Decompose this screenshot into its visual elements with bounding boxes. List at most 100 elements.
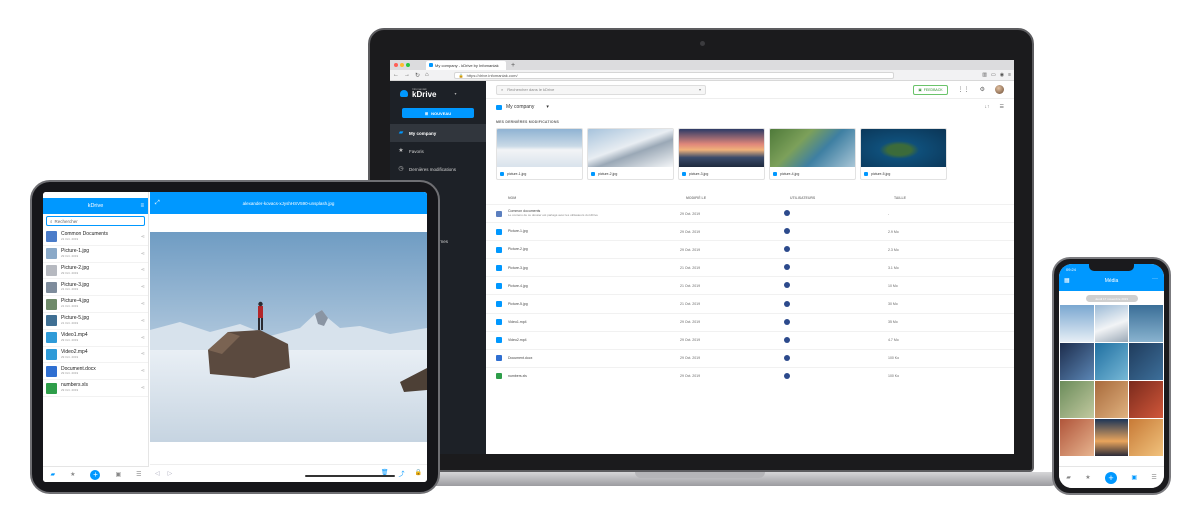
add-button[interactable]: + bbox=[90, 469, 101, 480]
table-row[interactable]: Common documents Le contenu de ce dossier… bbox=[486, 204, 1014, 222]
recent-file-card[interactable]: picture-2.jpg bbox=[587, 128, 674, 180]
user-avatar-icon[interactable] bbox=[784, 372, 790, 379]
media-thumbnail[interactable] bbox=[1094, 343, 1129, 380]
list-item[interactable]: numbers.xls 29 Oct. 2019 ⋖ bbox=[43, 380, 148, 397]
minimize-window-icon[interactable] bbox=[400, 63, 404, 67]
favorites-tab-icon[interactable]: ★ bbox=[70, 471, 75, 478]
media-tab-icon[interactable]: ▣ bbox=[115, 471, 121, 478]
menu-tab-icon[interactable]: ☰ bbox=[136, 471, 141, 478]
media-thumbnail[interactable] bbox=[1094, 305, 1129, 342]
apps-grid-icon[interactable]: ⋮⋮ bbox=[958, 86, 970, 93]
user-avatar-icon[interactable] bbox=[784, 318, 790, 325]
column-name[interactable]: NOM bbox=[508, 196, 686, 200]
lock-icon[interactable]: 🔒 bbox=[415, 469, 422, 478]
table-row[interactable]: numbers.xls 29 Oct. 2019 100 Ko bbox=[486, 366, 1014, 385]
media-thumbnail[interactable] bbox=[1060, 381, 1094, 418]
media-thumbnail[interactable] bbox=[1129, 381, 1163, 418]
table-row[interactable]: Picture-2.jpg 29 Oct. 2019 2.3 Mo bbox=[486, 240, 1014, 258]
table-row[interactable]: Video1.mp4 29 Oct. 2019 35 Mo bbox=[486, 312, 1014, 331]
forward-arrow-icon[interactable]: → bbox=[404, 72, 410, 78]
media-thumbnail[interactable] bbox=[1060, 305, 1094, 342]
share-icon[interactable]: ⋖ bbox=[141, 318, 145, 324]
preview-photo[interactable] bbox=[150, 232, 427, 442]
home-icon[interactable]: ⌂ bbox=[425, 72, 429, 78]
new-tab-button[interactable]: + bbox=[511, 62, 515, 69]
user-avatar-icon[interactable] bbox=[784, 228, 790, 235]
list-item[interactable]: Picture-2.jpg 29 Oct. 2019 ⋖ bbox=[43, 263, 148, 280]
media-thumbnail[interactable] bbox=[1094, 419, 1129, 456]
list-item[interactable]: Picture-1.jpg 29 Oct. 2019 ⋖ bbox=[43, 246, 148, 263]
user-avatar-icon[interactable] bbox=[784, 264, 790, 271]
list-item[interactable]: Picture-4.jpg 21 Oct. 2019 ⋖ bbox=[43, 296, 148, 313]
share-icon[interactable]: ⋖ bbox=[141, 234, 145, 240]
files-tab-icon[interactable]: ▰ bbox=[50, 471, 55, 478]
user-avatar-icon[interactable] bbox=[784, 354, 790, 361]
maximize-window-icon[interactable] bbox=[406, 63, 410, 67]
media-tab-icon[interactable]: ▣ bbox=[1131, 474, 1137, 481]
reload-icon[interactable]: ↻ bbox=[415, 72, 420, 79]
sort-icon[interactable]: ↓↑ bbox=[985, 104, 990, 110]
share-icon[interactable]: ⋖ bbox=[141, 251, 145, 257]
share-icon[interactable]: ⋖ bbox=[141, 351, 145, 357]
recent-file-card[interactable]: picture-1.jpg bbox=[496, 128, 583, 180]
browser-tab[interactable]: My company - kDrive by Infomaniak bbox=[426, 60, 506, 70]
list-item[interactable]: Document.docx 29 Oct. 2019 ⋖ bbox=[43, 363, 148, 381]
list-item[interactable]: Common Documents 21 Oct. 2019 ⋖ bbox=[43, 229, 148, 246]
share-icon[interactable]: ⋖ bbox=[141, 267, 145, 273]
column-modified[interactable]: MODIFIÉ LE bbox=[686, 196, 790, 200]
table-row[interactable]: Document.docx 29 Oct. 2019 100 Ko bbox=[486, 348, 1014, 367]
list-view-icon[interactable]: ☰ bbox=[1000, 104, 1004, 110]
chevron-down-icon[interactable]: ▾ bbox=[546, 104, 549, 110]
user-avatar-icon[interactable] bbox=[784, 336, 790, 343]
chevron-down-icon[interactable]: ▾ bbox=[699, 87, 701, 92]
media-thumbnail[interactable] bbox=[1060, 419, 1094, 456]
account-icon[interactable]: ◉ bbox=[1000, 72, 1004, 78]
back-arrow-icon[interactable]: ← bbox=[393, 72, 399, 78]
sidebar-icon[interactable]: ▭ bbox=[991, 72, 996, 78]
media-thumbnail[interactable] bbox=[1129, 419, 1163, 456]
sidebar-item-my-company[interactable]: ▰ My company bbox=[390, 124, 486, 142]
table-row[interactable]: Picture-3.jpg 21 Oct. 2019 3.1 Mo bbox=[486, 258, 1014, 276]
media-thumbnail[interactable] bbox=[1129, 343, 1163, 380]
user-avatar-icon[interactable] bbox=[784, 300, 790, 307]
share-icon[interactable]: ⋖ bbox=[141, 385, 145, 391]
list-item[interactable]: Video1.mp4 29 Oct. 2019 ⋖ bbox=[43, 330, 148, 347]
table-row[interactable]: Picture-4.jpg 21 Oct. 2019 10 Mo bbox=[486, 276, 1014, 294]
user-avatar-icon[interactable] bbox=[784, 282, 790, 289]
column-size[interactable]: TAILLE bbox=[894, 196, 954, 200]
breadcrumb-current[interactable]: My company bbox=[506, 104, 534, 110]
chevron-down-icon[interactable]: ▾ bbox=[454, 91, 456, 96]
favorites-tab-icon[interactable]: ★ bbox=[1085, 474, 1090, 481]
add-button[interactable]: + bbox=[1104, 471, 1117, 484]
sidebar-item-recent[interactable]: ◷ Dernières modifications bbox=[390, 160, 486, 178]
share-icon[interactable]: ⋖ bbox=[141, 335, 145, 341]
share-icon[interactable]: ⋖ bbox=[141, 284, 145, 290]
address-bar[interactable]: 🔒 https://drive.infomaniak.com/ bbox=[453, 71, 894, 79]
more-icon[interactable]: ··· bbox=[1152, 276, 1158, 282]
gear-icon[interactable]: ⚙ bbox=[980, 86, 985, 93]
media-thumbnail[interactable] bbox=[1060, 343, 1094, 380]
previous-icon[interactable]: ◁ bbox=[155, 470, 160, 477]
tablet-search-input[interactable]: ⌕ Rechercher bbox=[46, 216, 145, 226]
close-window-icon[interactable] bbox=[394, 63, 398, 67]
library-icon[interactable]: ▥ bbox=[982, 72, 987, 78]
share-icon[interactable]: ⤴ bbox=[399, 469, 405, 478]
share-icon[interactable]: ⋖ bbox=[141, 301, 145, 307]
column-users[interactable]: UTILISATEURS bbox=[790, 196, 894, 200]
files-tab-icon[interactable]: ▰ bbox=[1066, 474, 1071, 481]
media-thumbnail[interactable] bbox=[1094, 381, 1129, 418]
expand-icon[interactable]: ⤢ bbox=[155, 200, 160, 207]
list-item[interactable]: Picture-5.jpg 21 Oct. 2019 ⋖ bbox=[43, 313, 148, 330]
recent-file-card[interactable]: picture-3.jpg bbox=[678, 128, 765, 180]
sidebar-item-favorites[interactable]: ★ Favoris bbox=[390, 142, 486, 160]
feedback-button[interactable]: ▣ FEEDBACK bbox=[913, 84, 948, 95]
user-avatar-icon[interactable] bbox=[784, 210, 790, 217]
table-row[interactable]: Video2.mp4 29 Oct. 2019 4.7 Mo bbox=[486, 330, 1014, 349]
menu-icon[interactable]: ≡ bbox=[1008, 72, 1011, 78]
user-avatar-icon[interactable] bbox=[784, 246, 790, 253]
next-icon[interactable]: ▷ bbox=[168, 470, 173, 477]
media-thumbnail[interactable] bbox=[1129, 305, 1163, 342]
menu-tab-icon[interactable]: ☰ bbox=[1151, 474, 1156, 481]
table-row[interactable]: Picture-5.jpg 21 Oct. 2019 30 Mo bbox=[486, 294, 1014, 312]
avatar[interactable] bbox=[995, 85, 1004, 94]
